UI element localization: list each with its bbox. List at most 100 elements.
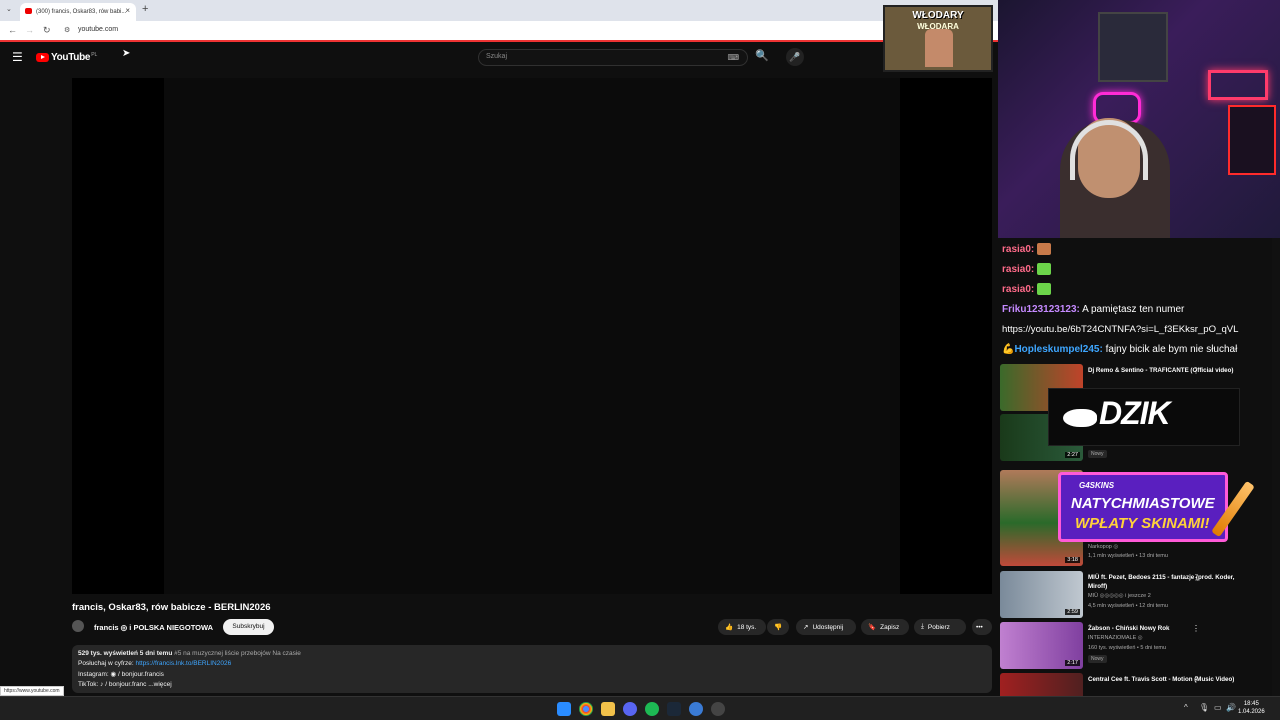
browser-alt-icon[interactable]	[689, 702, 703, 716]
more-actions-button[interactable]: •••	[972, 619, 992, 635]
steam-icon[interactable]	[667, 702, 681, 716]
promo-brand: G4SKINS	[1079, 481, 1115, 490]
like-button[interactable]: 👍 18 tys.	[718, 619, 766, 635]
spotify-icon[interactable]	[645, 702, 659, 716]
player-letterbox-right	[900, 78, 992, 594]
channel-avatar[interactable]	[72, 620, 84, 632]
download-label: Pobierz	[927, 623, 950, 631]
share-button[interactable]: ↗ Udostępnij	[796, 619, 856, 635]
dislike-button[interactable]: 👎	[767, 619, 789, 635]
rec-channel[interactable]: INTERNAZIOMALE ◎	[1088, 635, 1143, 641]
chat-text: https://youtu.be/6bT24CNTNFA?si=L_f3EKks…	[1002, 324, 1239, 335]
rec-new-badge: Nowy	[1088, 450, 1107, 458]
video-description[interactable]: 529 tys. wyświetleń 5 dni temu #5 na muz…	[72, 645, 992, 693]
stream-chat-overlay: rasia0: rasia0: rasia0: Friku123123123: …	[998, 238, 1280, 358]
tray-display-icon[interactable]: ▭	[1214, 703, 1222, 712]
desc-more-link[interactable]: ...więcej	[148, 681, 171, 688]
rec-channel[interactable]: Narkopop ◎	[1088, 544, 1118, 550]
rec-meta: 160 tys. wyświetleń • 5 dni temu	[1088, 645, 1167, 651]
neon-sign-right	[1208, 70, 1268, 100]
player-letterbox-left	[72, 78, 164, 594]
rec-title[interactable]: Dj Remo & Sentino - TRAFICANTE (Official…	[1088, 366, 1248, 375]
reload-icon[interactable]: ↻	[43, 25, 51, 36]
tab-title: (300) francis, Oskar83, rów babi...	[36, 9, 127, 15]
chat-user: rasia0:	[1002, 244, 1035, 255]
rec-title[interactable]: MIÜ ft. Pezet, Bedoes 2115 - fantazje (p…	[1088, 573, 1248, 591]
rec-more-icon[interactable]: ⋮	[1192, 573, 1200, 582]
like-icon: 👍	[725, 624, 734, 631]
video-player[interactable]	[72, 78, 992, 594]
forward-icon[interactable]: →	[25, 25, 34, 35]
desc-tiktok-line: TikTok: ♪ / bonjour.franc ...więcej	[78, 680, 986, 690]
tray-mic-icon[interactable]: 🎙	[1199, 703, 1209, 712]
clock-date: 1.04.2026	[1238, 709, 1265, 715]
rec-thumbnail[interactable]	[1000, 673, 1083, 696]
rec-new-badge: Nowy	[1088, 655, 1107, 663]
tray-chevron-icon[interactable]: ^	[1184, 703, 1188, 712]
file-explorer-icon[interactable]	[601, 702, 615, 716]
chat-message: rasia0:	[1002, 240, 1276, 260]
desc-tags[interactable]: #5 na muzycznej liście przebojów Na czas…	[174, 650, 301, 657]
site-info-icon[interactable]: ⚙	[64, 26, 70, 34]
rec-title[interactable]: Żabson - Chiński Nowy Rok	[1088, 624, 1248, 633]
webcam-feed	[998, 0, 1280, 238]
share-icon: ↗	[803, 624, 809, 631]
dzik-ad-banner: DZIK	[1048, 388, 1240, 446]
skins-promo-banner: G4SKINS NATYCHMIASTOWE WPŁATY SKINAMI!	[1058, 472, 1228, 542]
desc-listen-link[interactable]: https://francis.lnk.to/BERLIN2026	[135, 660, 231, 667]
recommendation-item[interactable]: Central Cee ft. Travis Scott - Motion (M…	[998, 673, 1280, 696]
tab-close-icon[interactable]: ×	[125, 6, 130, 15]
youtube-favicon-icon	[25, 8, 32, 14]
search-icon[interactable]: 🔍	[752, 49, 772, 66]
save-icon: 🔖	[868, 624, 877, 631]
youtube-logo[interactable]: YouTube PL	[36, 52, 97, 63]
rec-more-icon[interactable]: ⋮	[1192, 624, 1200, 633]
menu-icon[interactable]: ☰	[12, 50, 23, 64]
share-label: Udostępnij	[812, 623, 844, 631]
rec-thumbnail[interactable]: 2:59	[1000, 571, 1083, 618]
mouse-cursor-icon: ➤	[122, 48, 131, 59]
windows-taskbar: ^ 🎙 ▭ 🔊 18:45 1.04.2026	[0, 696, 1280, 720]
download-button[interactable]: ⤓ Pobierz	[914, 619, 966, 635]
obs-icon[interactable]	[711, 702, 725, 716]
keyboard-icon[interactable]: ⌨	[727, 53, 739, 62]
mic-icon[interactable]: 🎤	[786, 48, 804, 66]
stream-overlay-badge: WŁODARY WŁODARA	[883, 5, 993, 72]
download-icon: ⤓	[921, 623, 924, 630]
tab-search-dropdown[interactable]: ⌄	[6, 5, 12, 13]
new-tab-button[interactable]: +	[142, 3, 148, 15]
chat-text: fajny bicik ale bym nie słuchał	[1105, 344, 1238, 355]
channel-name[interactable]: francis ◎ i POLSKA NIEGOTOWA	[94, 623, 213, 632]
browser-tab-youtube[interactable]: (300) francis, Oskar83, rów babi... ×	[20, 3, 136, 21]
boar-icon	[1063, 409, 1097, 427]
recommendation-item[interactable]: 2:59 MIÜ ft. Pezet, Bedoes 2115 - fantaz…	[998, 571, 1280, 621]
discord-icon[interactable]	[623, 702, 637, 716]
recommendation-item[interactable]: 2:17 Żabson - Chiński Nowy Rok INTERNAZI…	[998, 622, 1280, 672]
rec-more-icon[interactable]: ⋮	[1192, 366, 1200, 375]
rec-title[interactable]: Central Cee ft. Travis Scott - Motion (M…	[1088, 675, 1248, 684]
tray-volume-icon[interactable]: 🔊	[1226, 703, 1236, 712]
like-count: 18 tys.	[737, 623, 757, 631]
chrome-icon[interactable]	[579, 702, 593, 716]
sidebar-scrollbar[interactable]	[1272, 238, 1280, 696]
search-input[interactable]: Szukaj	[486, 53, 507, 60]
desc-tiktok-link[interactable]: ♪ / bonjour.franc	[100, 681, 146, 688]
chat-message: 💪Hopleskumpel245: fajny bicik ale bym ni…	[1002, 340, 1276, 360]
taskbar-clock[interactable]: 18:45 1.04.2026	[1238, 700, 1265, 716]
rec-channel[interactable]: MIÜ ◎◎◎◎◎ i jeszcze 2	[1088, 593, 1151, 599]
chat-message: rasia0:	[1002, 280, 1276, 300]
chat-emote-icon	[1037, 263, 1052, 276]
save-button[interactable]: 🔖 Zapisz	[861, 619, 909, 635]
search-box[interactable]: Szukaj ⌨	[478, 49, 748, 66]
desc-instagram-link[interactable]: ◉ / bonjour.francis	[111, 671, 164, 678]
logo-region: PL	[91, 51, 98, 58]
url-field[interactable]: youtube.com	[78, 26, 118, 33]
chat-emote-icon	[1037, 283, 1052, 296]
rec-more-icon[interactable]: ⋮	[1192, 675, 1200, 684]
more-icon: •••	[976, 623, 983, 631]
desc-stats-line: 529 tys. wyświetleń 5 dni temu #5 na muz…	[78, 649, 986, 659]
rec-thumbnail[interactable]: 2:17	[1000, 622, 1083, 669]
start-icon[interactable]	[557, 702, 571, 716]
subscribe-button[interactable]: Subskrybuj	[223, 619, 274, 635]
back-icon[interactable]: ←	[8, 25, 17, 35]
